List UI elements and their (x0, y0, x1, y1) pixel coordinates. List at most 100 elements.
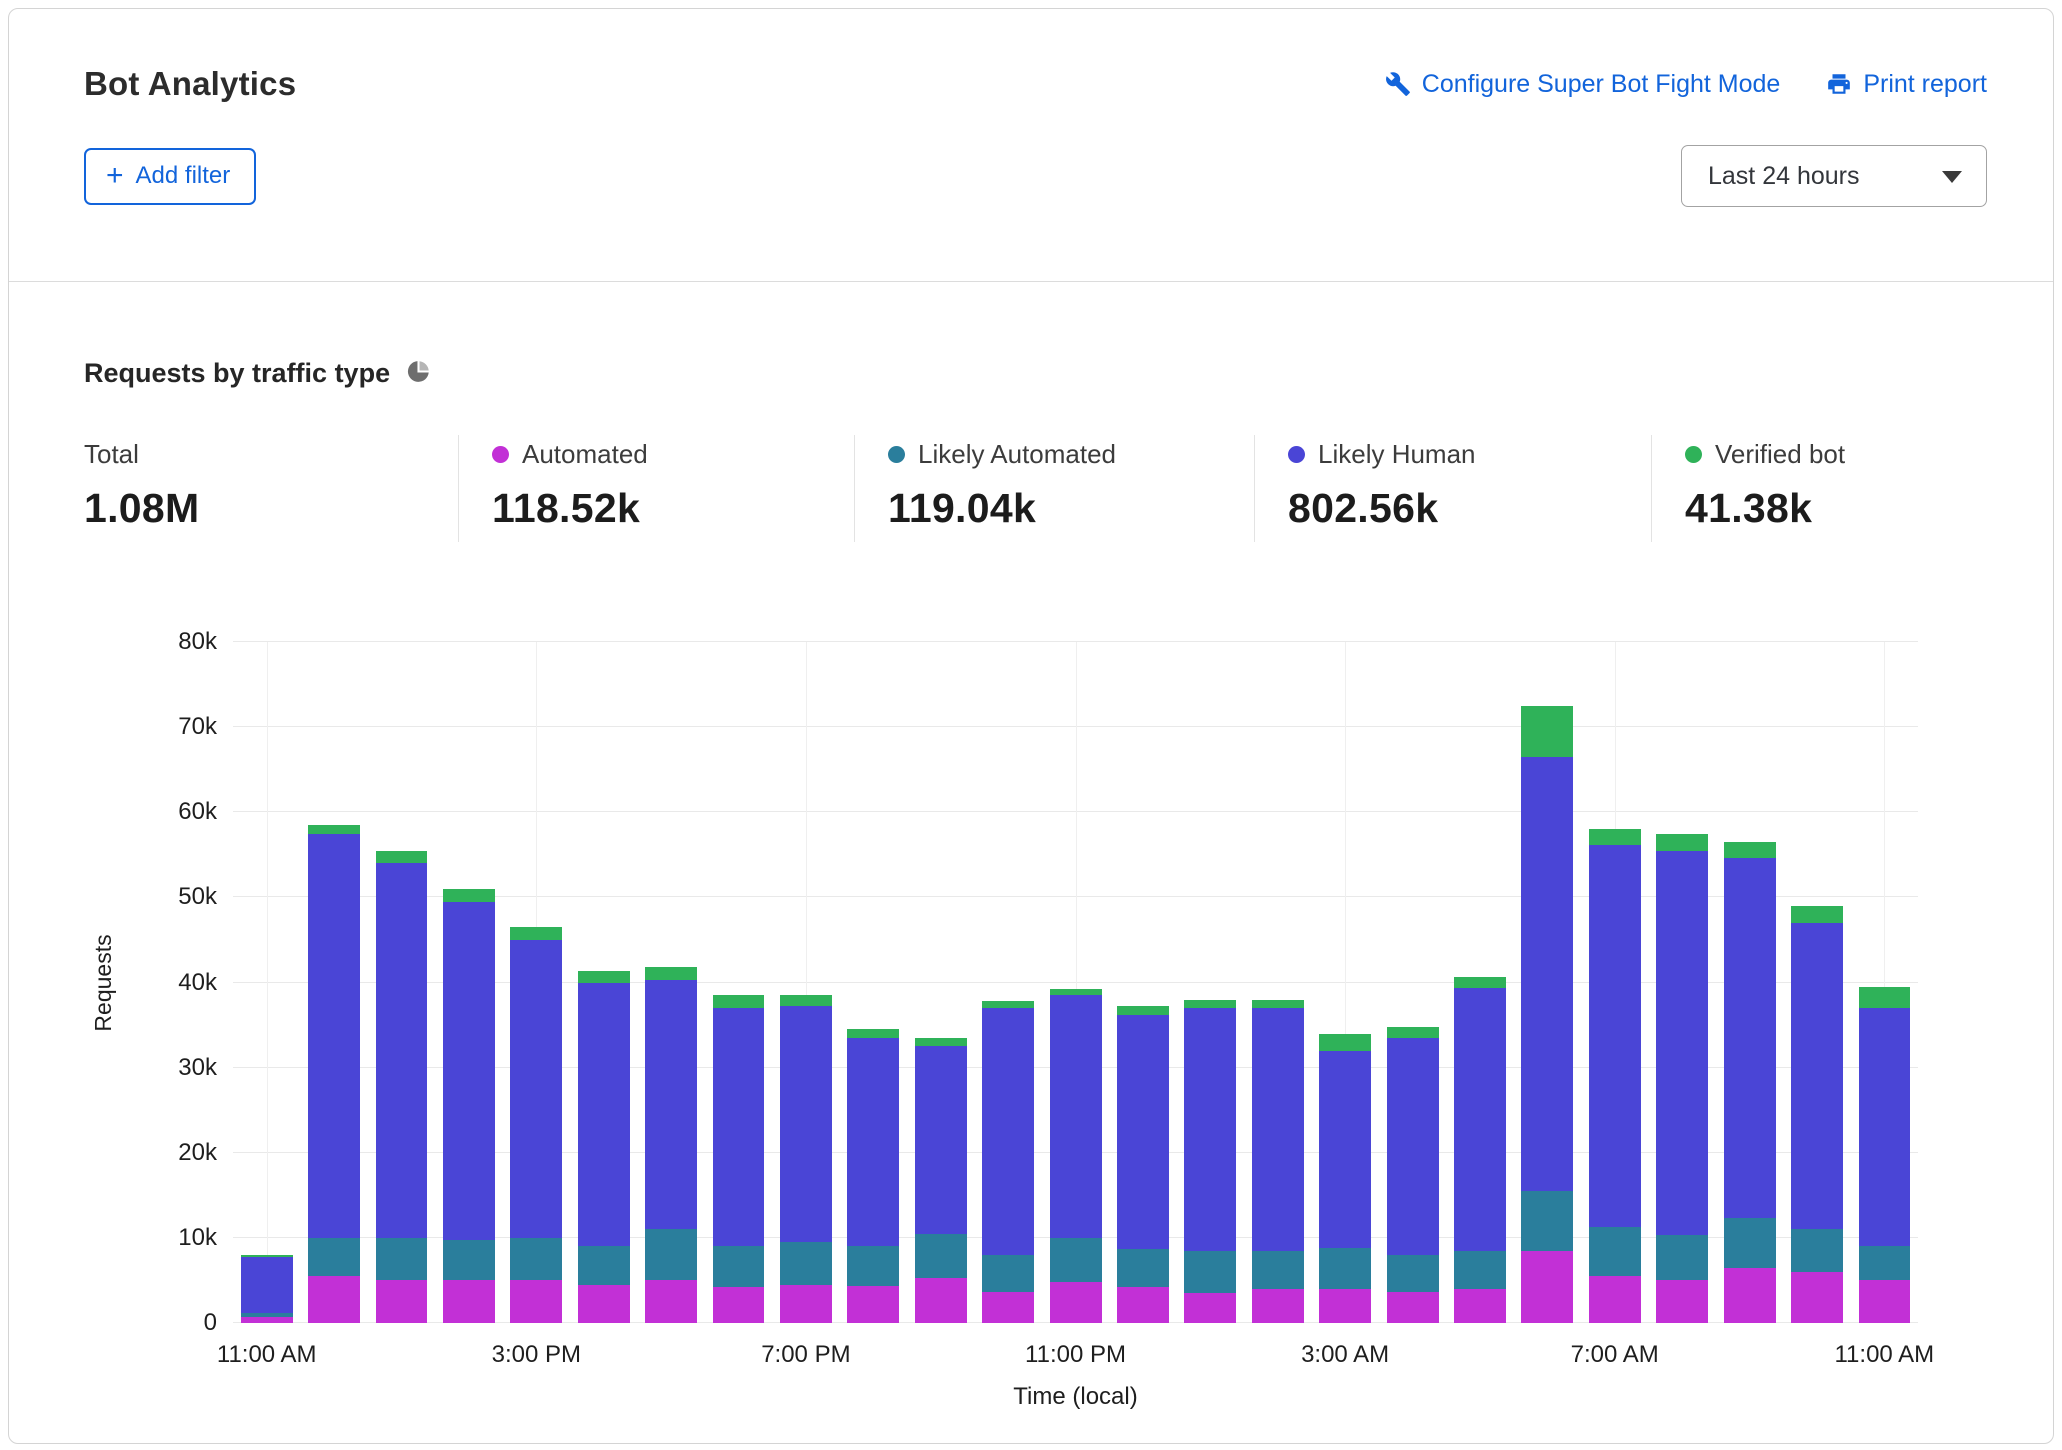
stacked-bar-11[interactable] (982, 642, 1034, 1323)
x-tick-label: 7:00 AM (1571, 1341, 1659, 1369)
stacked-bar-16[interactable] (1319, 642, 1371, 1323)
y-tick-label: 20k (178, 1139, 217, 1167)
stat-likely-automated[interactable]: Likely Automated119.04k (854, 435, 1254, 542)
y-tick-label: 50k (178, 883, 217, 911)
segment-verified-bot (645, 967, 697, 980)
stacked-bar-20[interactable] (1589, 642, 1641, 1323)
segment-likely-human (1656, 851, 1708, 1236)
stacked-bar-18[interactable] (1454, 642, 1506, 1323)
segment-automated (780, 1285, 832, 1323)
stat-total[interactable]: Total1.08M (84, 435, 458, 542)
segment-likely-automated (1454, 1251, 1506, 1289)
stacked-bar-24[interactable] (1859, 642, 1911, 1323)
segment-likely-automated (1050, 1238, 1102, 1282)
stat-verified-bot[interactable]: Verified bot41.38k (1651, 435, 2053, 542)
bar-slot-8 (772, 642, 839, 1323)
y-tick-label: 30k (178, 1054, 217, 1082)
bar-slot-4 (503, 642, 570, 1323)
segment-likely-automated (780, 1242, 832, 1285)
segment-likely-automated (376, 1238, 428, 1281)
bar-slot-22 (1716, 642, 1783, 1323)
stat-value: 41.38k (1685, 485, 2053, 532)
requests-chart: Requests Time (local) 010k20k30k40k50k60… (233, 642, 1918, 1323)
bar-slot-3 (435, 642, 502, 1323)
likely-automated-legend-dot (888, 446, 905, 463)
likely-human-legend-dot (1288, 446, 1305, 463)
stat-automated[interactable]: Automated118.52k (458, 435, 854, 542)
stat-label: Likely Automated (888, 439, 1254, 470)
stacked-bar-7[interactable] (713, 642, 765, 1323)
x-tick-label: 3:00 PM (492, 1341, 581, 1369)
stacked-bar-1[interactable] (308, 642, 360, 1323)
segment-likely-automated (713, 1246, 765, 1287)
stacked-bar-0[interactable] (241, 642, 293, 1323)
stacked-bar-13[interactable] (1117, 642, 1169, 1323)
stat-label-text: Likely Automated (918, 439, 1116, 470)
stacked-bar-3[interactable] (443, 642, 495, 1323)
x-tick-label: 11:00 AM (1834, 1341, 1934, 1369)
section-title: Requests by traffic type (84, 358, 390, 389)
x-tick-label: 7:00 PM (761, 1341, 850, 1369)
stacked-bar-10[interactable] (915, 642, 967, 1323)
bar-slot-14 (1177, 642, 1244, 1323)
stat-value: 1.08M (84, 485, 458, 532)
bar-slot-5 (570, 642, 637, 1323)
stacked-bar-9[interactable] (847, 642, 899, 1323)
bar-slot-20 (1581, 642, 1648, 1323)
segment-automated (1521, 1251, 1573, 1323)
stacked-bar-19[interactable] (1521, 642, 1573, 1323)
configure-super-bot-fight-mode-link[interactable]: Configure Super Bot Fight Mode (1385, 70, 1781, 99)
segment-verified-bot (376, 851, 428, 864)
add-filter-button[interactable]: + Add filter (84, 148, 256, 205)
stacked-bar-14[interactable] (1184, 642, 1236, 1323)
y-axis-title: Requests (90, 934, 117, 1031)
stacked-bar-23[interactable] (1791, 642, 1843, 1323)
print-link-label: Print report (1863, 70, 1987, 99)
bar-slot-0 (233, 642, 300, 1323)
stacked-bar-22[interactable] (1724, 642, 1776, 1323)
segment-likely-automated (1724, 1218, 1776, 1267)
segment-likely-human (1184, 1008, 1236, 1251)
stacked-bar-17[interactable] (1387, 642, 1439, 1323)
segment-automated (308, 1276, 360, 1323)
segment-verified-bot (1724, 842, 1776, 858)
segment-verified-bot (1859, 987, 1911, 1008)
stat-label-text: Automated (522, 439, 648, 470)
segment-verified-bot (1184, 1000, 1236, 1009)
segment-automated (376, 1280, 428, 1323)
printer-icon (1826, 71, 1852, 97)
segment-likely-automated (1387, 1255, 1439, 1292)
stacked-bar-4[interactable] (510, 642, 562, 1323)
segment-likely-human (1791, 923, 1843, 1229)
segment-verified-bot (780, 995, 832, 1005)
card-body: Requests by traffic type Total1.08MAutom… (9, 282, 2053, 1323)
segment-likely-automated (982, 1255, 1034, 1292)
bar-slot-1 (300, 642, 367, 1323)
segment-automated (1184, 1293, 1236, 1323)
bar-slot-7 (705, 642, 772, 1323)
stacked-bar-8[interactable] (780, 642, 832, 1323)
segment-automated (713, 1287, 765, 1323)
segment-likely-human (308, 834, 360, 1238)
segment-automated (1656, 1280, 1708, 1323)
print-report-link[interactable]: Print report (1826, 70, 1987, 99)
segment-verified-bot (443, 889, 495, 902)
stacked-bar-5[interactable] (578, 642, 630, 1323)
segment-likely-automated (645, 1229, 697, 1280)
stats-row: Total1.08MAutomated118.52kLikely Automat… (9, 435, 2053, 542)
segment-verified-bot (982, 1001, 1034, 1008)
stacked-bar-6[interactable] (645, 642, 697, 1323)
segment-likely-human (1454, 988, 1506, 1250)
segment-verified-bot (1252, 1000, 1304, 1009)
stacked-bar-2[interactable] (376, 642, 428, 1323)
segment-automated (915, 1278, 967, 1323)
stacked-bar-15[interactable] (1252, 642, 1304, 1323)
time-range-dropdown[interactable]: Last 24 hours (1681, 145, 1987, 207)
segment-verified-bot (1117, 1006, 1169, 1015)
stacked-bar-21[interactable] (1656, 642, 1708, 1323)
stacked-bar-12[interactable] (1050, 642, 1102, 1323)
segment-automated (1724, 1268, 1776, 1323)
segment-automated (1117, 1287, 1169, 1323)
stat-likely-human[interactable]: Likely Human802.56k (1254, 435, 1651, 542)
plot-area: 010k20k30k40k50k60k70k80k11:00 AM3:00 PM… (233, 642, 1918, 1323)
